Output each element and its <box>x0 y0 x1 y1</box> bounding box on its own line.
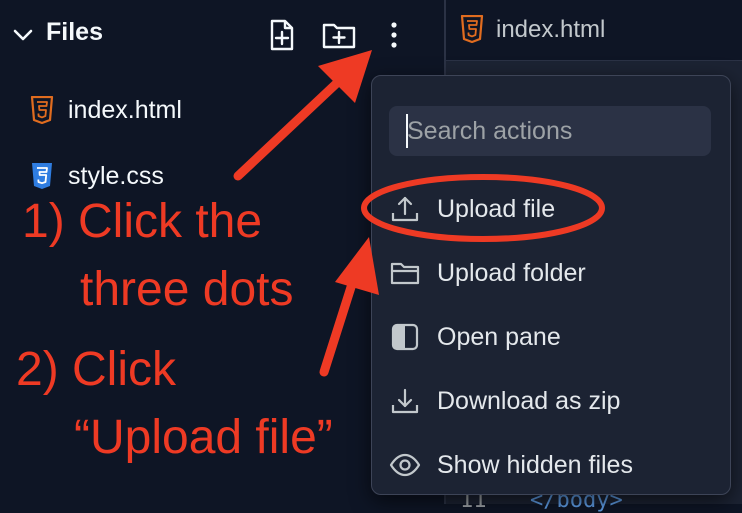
files-header: Files <box>0 0 444 70</box>
menu-item-label: Open pane <box>437 322 561 351</box>
menu-item-label: Show hidden files <box>437 450 633 479</box>
annotation-step2-line2: “Upload file” <box>74 411 333 464</box>
file-name: style.css <box>68 161 164 190</box>
file-row-index-html[interactable]: index.html <box>30 90 182 130</box>
actions-menu: Upload file Upload folder Open pane Down… <box>371 75 731 495</box>
menu-item-label: Upload folder <box>437 258 586 287</box>
text-caret <box>406 114 408 148</box>
chevron-down-icon[interactable] <box>12 24 34 46</box>
eye-icon <box>389 453 421 477</box>
menu-item-label: Download as zip <box>437 386 621 415</box>
annotation-step2-line1: 2) Click <box>16 343 177 396</box>
menu-item-upload-file[interactable]: Upload file <box>372 181 730 237</box>
folder-icon <box>390 262 420 285</box>
menu-item-label: Upload file <box>437 194 556 223</box>
new-folder-icon[interactable] <box>321 18 357 52</box>
tab-label: index.html <box>496 16 606 43</box>
search-actions-input[interactable] <box>389 106 711 156</box>
pane-icon <box>391 323 419 351</box>
menu-item-show-hidden-files[interactable]: Show hidden files <box>372 437 730 493</box>
annotation-step1-line2: three dots <box>80 263 294 316</box>
html5-icon <box>460 15 484 43</box>
html5-icon <box>30 96 54 124</box>
new-file-icon[interactable] <box>266 18 298 52</box>
file-row-style-css[interactable]: style.css <box>30 156 164 196</box>
tab-index-html[interactable]: index.html <box>446 0 742 61</box>
annotation-step1-line1: 1) Click the <box>22 195 263 248</box>
upload-icon <box>391 196 419 222</box>
file-name: index.html <box>68 95 182 124</box>
menu-item-open-pane[interactable]: Open pane <box>372 309 730 365</box>
menu-item-download-zip[interactable]: Download as zip <box>372 373 730 429</box>
css3-icon <box>32 163 52 189</box>
menu-item-upload-folder[interactable]: Upload folder <box>372 245 730 301</box>
files-title: Files <box>46 18 103 46</box>
download-icon <box>391 388 419 414</box>
more-options-icon[interactable] <box>378 18 410 52</box>
